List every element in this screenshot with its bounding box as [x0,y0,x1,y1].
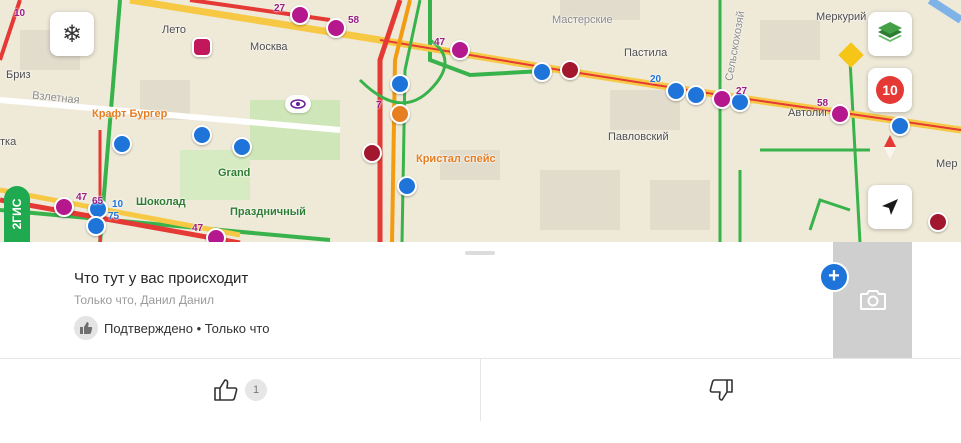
location-arrow-icon [882,199,898,215]
transit-stop-pin[interactable] [54,197,74,217]
place-pin[interactable] [390,104,410,124]
transit-stop-pin[interactable] [290,5,310,25]
2gis-logo-text: 2ГИС [10,198,24,230]
compass-icon [884,135,896,159]
dislike-button[interactable] [481,359,961,421]
map-label-shokolad: Шоколад [136,196,186,208]
transit-stop-pin[interactable] [112,134,132,154]
confirmation-row: Подтверждено • Только что [74,316,269,340]
confirmation-text: Подтверждено • Только что [104,320,270,336]
map-label-pavlovsky: Павловский [608,131,669,143]
event-meta: Только что, Данил Данил [74,293,215,307]
sheet-grabber[interactable] [465,251,495,255]
add-photo-tile[interactable] [833,242,912,358]
route-number: 47 [76,192,88,203]
map-view[interactable]: Лето Москва Бриз Взлетная Крафт Бургер т… [0,0,961,243]
map-label-pastila: Пастила [624,47,668,59]
thumbs-up-icon [214,379,238,401]
map-label-briz: Бриз [6,69,31,81]
transit-stop-pin[interactable] [206,228,226,243]
layers-icon [878,22,902,42]
transit-stop-pin[interactable] [397,176,417,196]
map-label-grand: Grand [218,167,251,179]
route-number: 47 [192,223,204,234]
transit-stop-pin[interactable] [712,89,732,109]
like-button[interactable]: 1 [0,359,480,421]
thumbs-down-icon [709,379,733,401]
transit-stop-pin[interactable] [192,125,212,145]
transit-stop-pin[interactable] [232,137,252,157]
route-number: 27 [736,86,748,97]
map-label-prazdnichny: Праздничный [230,206,306,218]
like-count: 1 [245,379,267,401]
map-label-merkury: Меркурий [816,11,867,23]
transit-stop-pin[interactable] [686,85,706,105]
route-number: 20 [650,74,662,85]
camera-icon [859,290,886,310]
route-number: 58 [348,15,360,26]
route-number: 75 [108,211,120,222]
event-card: Что тут у вас происходит Только что, Дан… [0,242,961,443]
snowflake-icon: ❄ [61,20,83,48]
event-title: Что тут у вас происходит [74,270,249,287]
route-number: 27 [274,3,286,14]
snowflake-button[interactable]: ❄ [50,12,94,56]
traffic-button[interactable]: 10 [868,68,912,112]
map-label-kraft-burger: Крафт Бургер [92,108,168,120]
route-number: 10 [14,8,26,19]
traffic-score: 10 [876,76,904,104]
route-number: 10 [112,199,124,210]
transit-stop-pin[interactable] [390,74,410,94]
map-label-moskva: Москва [250,41,288,53]
transit-stop-pin[interactable] [326,18,346,38]
transit-stop-pin[interactable] [86,216,106,236]
map-label-tka: тка [0,136,17,148]
2gis-logo: 2ГИС [4,186,30,243]
map-label-leto: Лето [162,24,187,36]
place-pin[interactable] [362,143,382,163]
route-number: 7 [376,100,382,111]
route-number: 65 [92,196,104,207]
map-label-masterskie: Мастерские [552,14,613,26]
route-number: 58 [817,98,829,109]
add-photo-button[interactable]: + [819,262,849,292]
place-pin[interactable] [560,60,580,80]
map-label-kristal-speis: Кристал спейс [416,153,496,165]
my-location-button[interactable] [868,185,912,229]
place-pin[interactable] [192,37,212,57]
place-pin[interactable] [928,212,948,232]
compass-button[interactable] [868,125,912,169]
map-label-mer: Мер [936,158,958,170]
transit-stop-pin[interactable] [830,104,850,124]
layers-button[interactable] [868,12,912,56]
eye-icon[interactable] [285,95,311,113]
transit-stop-pin[interactable] [450,40,470,60]
thumbs-up-icon [74,316,98,340]
route-number: 47 [434,37,446,48]
transit-stop-pin[interactable] [666,81,686,101]
transit-stop-pin[interactable] [532,62,552,82]
